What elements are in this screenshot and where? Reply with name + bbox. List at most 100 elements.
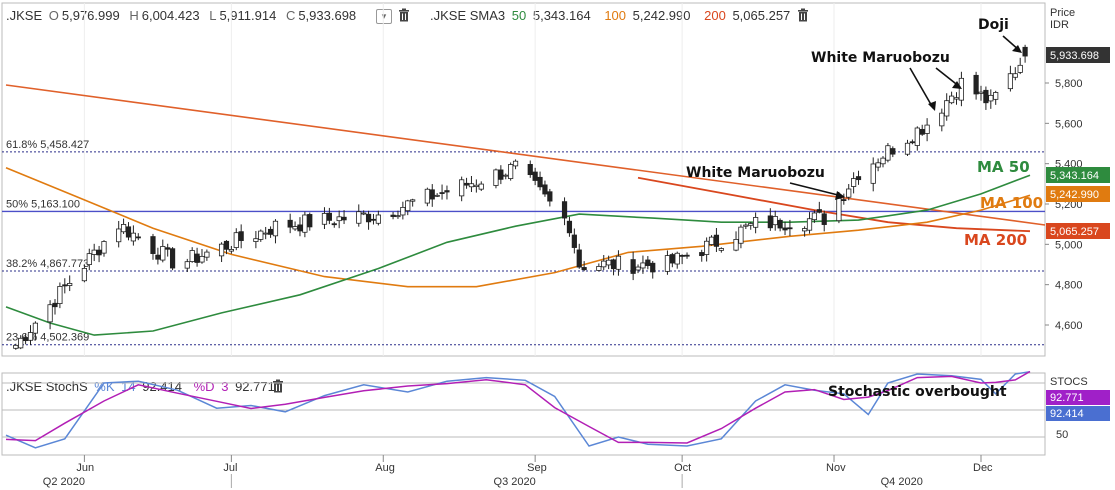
candle-down xyxy=(909,141,916,144)
candle-up xyxy=(120,224,127,233)
candle-down xyxy=(463,182,470,186)
candle-up xyxy=(459,179,465,197)
stoch-axis-title: STOCS xyxy=(1050,376,1088,388)
candle-down xyxy=(713,234,720,247)
svg-text:92.414: 92.414 xyxy=(1050,408,1084,420)
quarter-label: Q4 2020 xyxy=(881,476,923,488)
candle-up xyxy=(356,211,362,224)
candle-up xyxy=(988,94,994,102)
candle-up xyxy=(993,92,999,100)
candle-up xyxy=(503,174,509,177)
candle-down xyxy=(365,213,372,223)
candle-down xyxy=(816,209,822,213)
svg-text:5,242.990: 5,242.990 xyxy=(1050,189,1099,201)
candle-up xyxy=(434,194,440,197)
candle-up xyxy=(361,212,367,215)
candle-up xyxy=(116,228,122,243)
candle-down xyxy=(699,252,705,257)
month-label: Jun xyxy=(76,462,94,474)
candle-up xyxy=(184,261,190,269)
candle-down xyxy=(527,164,533,175)
candle-down xyxy=(287,219,293,228)
chart-canvas[interactable]: 61.8% 5,458.427 50% 5,163.100 38.2% 4,867.… xyxy=(0,0,1115,490)
stoch-overbought-annotation: Stochastic overbought xyxy=(828,384,1007,400)
candle-up xyxy=(233,232,239,248)
candle-down xyxy=(787,227,793,230)
candle-down xyxy=(326,212,332,221)
ma200-annotation: MA 200 xyxy=(964,231,1027,249)
candle-up xyxy=(674,252,680,265)
candle-up xyxy=(836,197,842,222)
candle-down xyxy=(983,89,989,104)
candle-up xyxy=(846,188,852,198)
candle-up xyxy=(204,251,210,258)
candle-up xyxy=(27,332,34,341)
candle-up xyxy=(601,260,607,268)
white-maruobozu-annotation-1: White Maruobozu xyxy=(811,50,950,66)
price-tick-label: 5,600 xyxy=(1055,118,1083,130)
candle-up xyxy=(130,232,136,242)
candle-up xyxy=(718,248,724,251)
candle-down xyxy=(566,220,573,234)
candle-up xyxy=(321,213,328,225)
maruobozu-arrow-a xyxy=(909,67,934,109)
candle-down xyxy=(169,248,176,269)
candle-down xyxy=(135,236,141,239)
candle-down xyxy=(679,254,685,257)
candle-up xyxy=(512,160,519,167)
candle-up xyxy=(86,253,92,265)
candle-up xyxy=(733,239,739,251)
candle-up xyxy=(395,215,401,218)
candle-up xyxy=(410,199,416,202)
candle-up xyxy=(875,162,881,168)
candle-down xyxy=(855,176,862,181)
candle-up xyxy=(468,183,475,188)
last-price-badge: 5,933.698 xyxy=(1046,47,1110,63)
svg-text:92.771: 92.771 xyxy=(1050,392,1084,404)
candle-up xyxy=(292,226,298,230)
candle-up xyxy=(772,216,778,226)
candle-up xyxy=(508,164,514,179)
candle-up xyxy=(81,268,87,282)
time-axis: Jun Jul Aug Sep Oct Nov Dec Q2 2020 Q3 2020 Q4 20… xyxy=(43,455,993,488)
candle-up xyxy=(958,77,965,101)
candle-down xyxy=(532,171,538,181)
candle-up xyxy=(870,163,876,184)
candle-down xyxy=(444,190,450,193)
candle-up xyxy=(914,127,920,146)
candle-up xyxy=(944,100,950,117)
stoch-d-line xyxy=(5,370,1031,444)
candle-up xyxy=(263,232,269,235)
candle-down xyxy=(155,254,161,260)
candle-down xyxy=(547,191,553,202)
candle-up xyxy=(160,246,166,261)
month-label: Sep xyxy=(527,462,547,474)
candle-up xyxy=(904,142,911,155)
candle-down xyxy=(165,247,171,250)
candle-up xyxy=(978,91,984,94)
candle-down xyxy=(52,302,58,308)
candle-down xyxy=(669,254,675,264)
candle-up xyxy=(199,255,205,263)
stoch-tick-50: 50 xyxy=(1056,429,1068,441)
candle-down xyxy=(341,216,347,221)
candle-up xyxy=(939,112,945,127)
month-label: Oct xyxy=(674,462,691,474)
candle-up xyxy=(635,266,641,271)
candle-up xyxy=(704,240,710,255)
candle-down xyxy=(890,148,896,155)
candle-down xyxy=(576,249,582,268)
candle-up xyxy=(738,226,744,244)
candle-up xyxy=(953,97,960,100)
candle-down xyxy=(238,231,244,241)
month-label: Aug xyxy=(375,462,395,474)
white-maruobozu-annotation-2: White Maruobozu xyxy=(686,165,825,181)
quarter-label: Q2 2020 xyxy=(43,476,85,488)
candle-down xyxy=(561,201,568,219)
candle-down xyxy=(267,228,274,235)
candle-up xyxy=(615,255,622,270)
fib-levels: 61.8% 5,458.427 50% 5,163.100 38.2% 4,867.… xyxy=(2,139,1045,346)
candle-down xyxy=(767,215,773,229)
candle-down xyxy=(62,284,68,287)
month-label: Jul xyxy=(223,462,237,474)
